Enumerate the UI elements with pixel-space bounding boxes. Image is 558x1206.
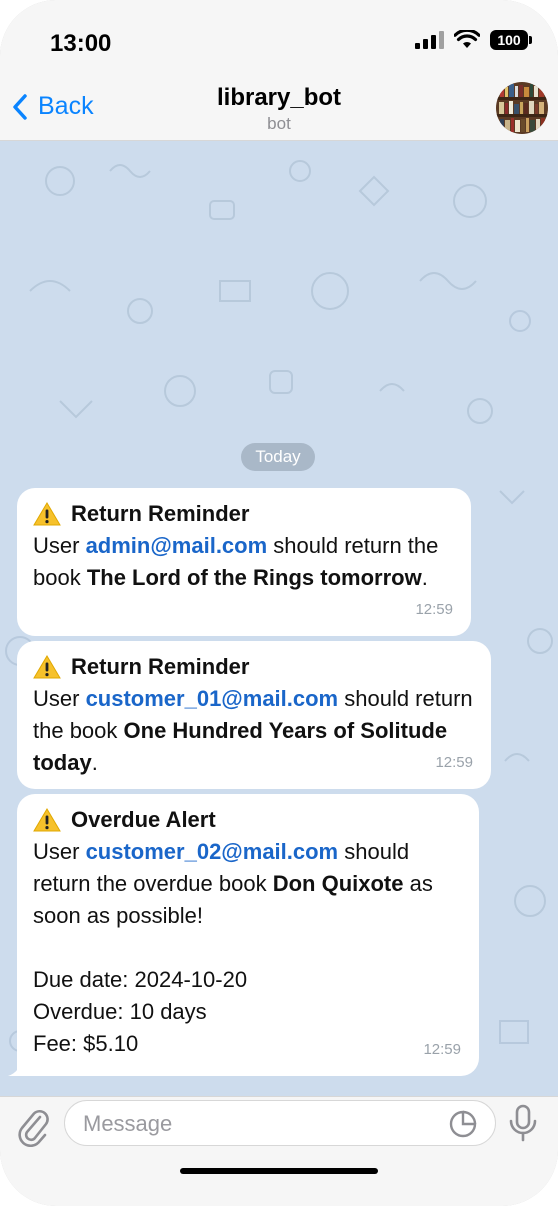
warning-icon [33,502,61,526]
status-time: 13:00 [50,30,112,57]
due-date-line: Due date: 2024-10-20 [33,967,248,992]
message-composer: Message [0,1096,558,1206]
message-heading: Overdue Alert [33,804,461,836]
message-time: 12:59 [435,754,473,771]
warning-icon [33,655,61,679]
status-bar: 13:00 100 [0,0,558,76]
chat-subtitle: bot [267,114,291,133]
message-placeholder: Message [83,1111,173,1136]
overdue-line: Overdue: 10 days [33,999,207,1024]
message-time: 12:59 [423,1041,461,1058]
phone-screen: 13:00 100 Back library_bot bot Today Ret… [0,0,558,1206]
bubble-tail [8,1058,28,1076]
paperclip-icon[interactable] [18,1107,50,1147]
chat-area[interactable]: Today Return Reminder User admin@mail.co… [0,141,558,1096]
message-heading: Return Reminder [33,498,453,530]
message-bubble[interactable]: Return Reminder User admin@mail.com shou… [17,488,471,636]
book-title: Don Quixote [272,871,404,896]
message-input[interactable]: Message [64,1100,496,1146]
bookshelf-image [496,82,548,134]
microphone-icon[interactable] [508,1103,538,1143]
message-heading: Return Reminder [33,651,473,683]
battery-icon: 100 [490,30,532,50]
message-time: 12:59 [415,601,453,618]
wifi-icon [454,30,480,48]
chat-title[interactable]: library_bot [0,84,558,112]
book-title: The Lord of the Rings tomorrow [86,565,422,590]
status-icons: 100 [415,30,532,50]
message-text: User customer_02@mail.com should return … [33,839,433,928]
message-text: User customer_01@mail.com should return … [33,686,473,775]
email-link[interactable]: customer_01@mail.com [86,686,339,711]
email-link[interactable]: customer_02@mail.com [86,839,339,864]
warning-icon [33,808,61,832]
fee-line: Fee: $5.10 [33,1031,139,1056]
signal-icon [415,31,444,49]
sticker-icon[interactable] [449,1110,477,1138]
avatar[interactable] [496,82,548,134]
email-link[interactable]: admin@mail.com [86,533,268,558]
home-indicator[interactable] [180,1168,378,1174]
chat-header: Back library_bot bot [0,76,558,141]
message-bubble[interactable]: Return Reminder User customer_01@mail.co… [17,641,491,789]
date-chip: Today [241,443,315,471]
message-text: User admin@mail.com should return the bo… [33,533,439,590]
message-bubble[interactable]: Overdue Alert User customer_02@mail.com … [8,794,479,1076]
